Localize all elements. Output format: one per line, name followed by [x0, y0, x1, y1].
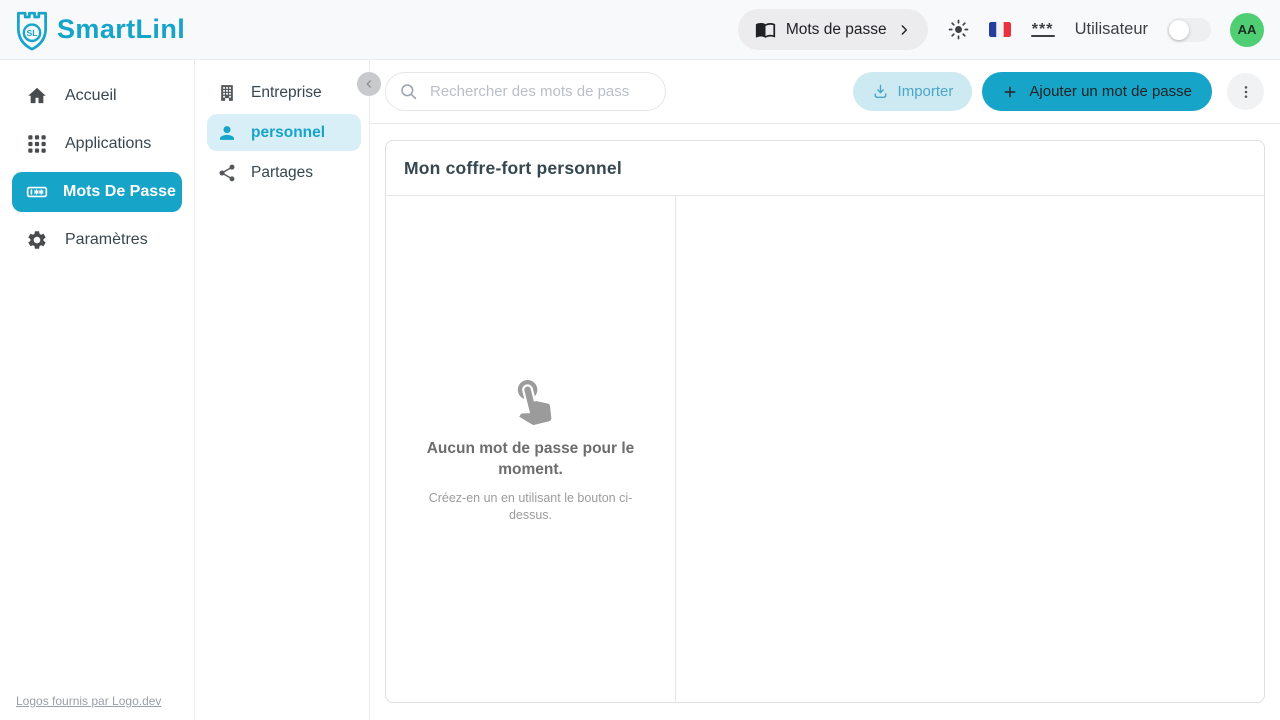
vault-panel-title: Mon coffre-fort personnel	[404, 158, 622, 179]
book-icon	[755, 19, 776, 40]
shield-logo-icon: SL	[12, 7, 52, 53]
password-dots-icon: ***	[1030, 22, 1056, 38]
download-icon	[872, 83, 889, 100]
user-label: Utilisateur	[1075, 20, 1148, 39]
collapse-sidebar-button[interactable]	[357, 72, 381, 96]
apps-grid-icon	[26, 133, 48, 155]
brand-logo[interactable]: SL SmartLinl	[12, 7, 185, 53]
content-area: Mon coffre-fort personnel Aucun mot de p…	[370, 124, 1280, 720]
topbar: SL SmartLinl Mots de passe	[0, 0, 1280, 60]
chevron-left-icon	[363, 78, 375, 90]
user-toggle-switch[interactable]	[1167, 18, 1211, 42]
building-icon	[217, 83, 237, 103]
theme-toggle-button[interactable]	[947, 18, 970, 41]
add-password-button-label: Ajouter un mot de passe	[1029, 83, 1192, 100]
vault-item-partages[interactable]: Partages	[207, 154, 361, 191]
france-flag-icon	[989, 22, 1011, 37]
search-box[interactable]	[385, 72, 666, 111]
sidebar-item-parametres[interactable]: Paramètres	[0, 220, 194, 260]
context-pill-label: Mots de passe	[786, 21, 887, 39]
password-detail-pane	[676, 196, 1264, 702]
search-input[interactable]	[428, 82, 657, 101]
logo-dev-attribution-link[interactable]: Logos fournis par Logo.dev	[16, 694, 161, 708]
chevron-right-icon	[897, 23, 911, 37]
vault-item-entreprise[interactable]: Entreprise	[207, 74, 361, 111]
password-list-pane: Aucun mot de passe pour le moment. Créez…	[386, 196, 676, 702]
vault-item-label: personnel	[251, 124, 325, 142]
svg-text:SL: SL	[26, 28, 37, 38]
main-content: Importer Ajouter un mot de passe	[370, 60, 1280, 720]
vault-sidebar: Entreprise personnel Partages	[195, 60, 370, 720]
person-icon	[217, 123, 237, 143]
tap-gesture-icon	[499, 368, 562, 431]
plus-icon	[1002, 84, 1018, 100]
sidebar-item-label: Mots De Passe	[63, 183, 176, 201]
empty-state: Aucun mot de passe pour le moment. Créez…	[406, 373, 656, 525]
primary-sidebar: Accueil Applications	[0, 60, 195, 720]
sidebar-item-label: Paramètres	[65, 231, 148, 249]
kebab-menu-icon	[1238, 84, 1254, 100]
sidebar-item-mots-de-passe[interactable]: Mots De Passe	[12, 172, 182, 212]
vault-panel-header: Mon coffre-fort personnel	[386, 141, 1264, 196]
share-icon	[217, 163, 237, 183]
import-button-label: Importer	[898, 83, 954, 100]
vault-panel: Mon coffre-fort personnel Aucun mot de p…	[385, 140, 1265, 703]
vault-item-label: Entreprise	[251, 84, 322, 102]
empty-state-title: Aucun mot de passe pour le moment.	[423, 439, 638, 481]
vault-item-personnel[interactable]: personnel	[207, 114, 361, 151]
passwords-context-button[interactable]: Mots de passe	[738, 9, 928, 50]
avatar[interactable]: AA	[1230, 13, 1264, 47]
add-password-button[interactable]: Ajouter un mot de passe	[982, 72, 1212, 111]
search-icon	[399, 82, 418, 101]
passwords-toolbar: Importer Ajouter un mot de passe	[370, 60, 1280, 124]
sidebar-item-label: Applications	[65, 135, 151, 153]
gear-icon	[26, 229, 48, 251]
language-flag-button[interactable]	[989, 22, 1011, 37]
home-icon	[26, 85, 48, 107]
import-button[interactable]: Importer	[853, 72, 973, 111]
sidebar-item-accueil[interactable]: Accueil	[0, 76, 194, 116]
empty-state-subtitle: Créez-en un en utilisant le bouton ci-de…	[415, 490, 647, 525]
sidebar-item-applications[interactable]: Applications	[0, 124, 194, 164]
password-field-icon	[26, 181, 48, 203]
more-options-button[interactable]	[1227, 73, 1264, 110]
sidebar-item-label: Accueil	[65, 87, 117, 105]
vault-item-label: Partages	[251, 164, 313, 182]
sun-icon	[947, 18, 970, 41]
toggle-knob	[1169, 20, 1189, 40]
brand-name: SmartLinl	[57, 14, 185, 45]
